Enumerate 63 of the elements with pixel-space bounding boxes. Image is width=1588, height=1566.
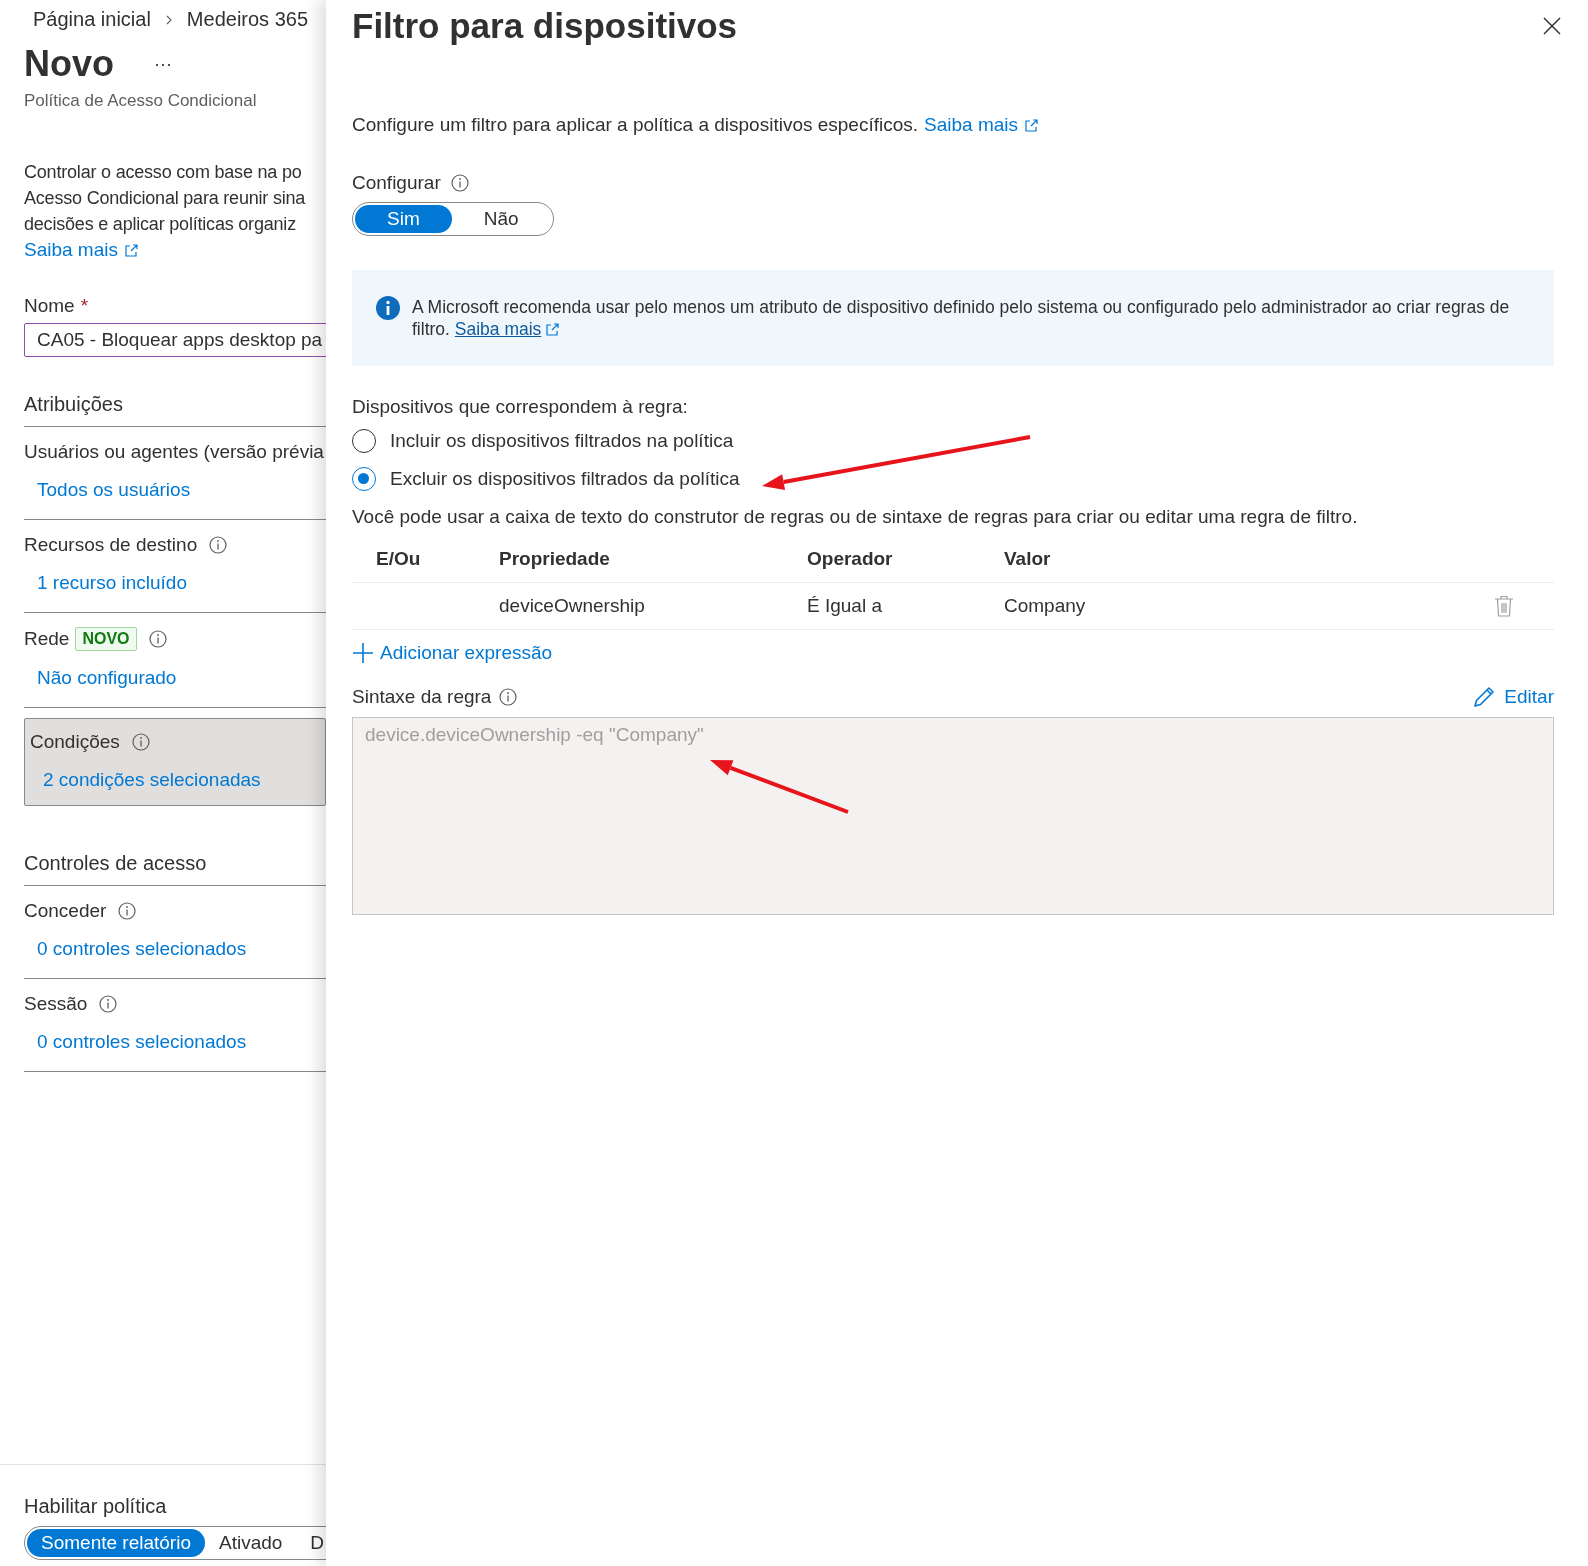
required-mark: * bbox=[80, 295, 89, 317]
radio-label: Incluir os dispositivos filtrados na política bbox=[390, 430, 734, 452]
pencil-icon bbox=[1472, 685, 1497, 709]
trash-icon[interactable] bbox=[1494, 595, 1514, 617]
field-label: Sintaxe da regra bbox=[352, 686, 492, 708]
field-label: Nome bbox=[24, 295, 75, 317]
toggle-option[interactable]: D bbox=[296, 1529, 326, 1557]
item-link[interactable]: 0 controles selecionados bbox=[37, 938, 326, 960]
item-link[interactable]: 0 controles selecionados bbox=[37, 1031, 326, 1053]
description-text: Controlar o acesso com base na po Acesso Condicional para reunir sina decisões e aplicar políticas organiz bbox=[24, 161, 307, 236]
new-badge: NOVO bbox=[75, 627, 137, 651]
plus-icon bbox=[352, 642, 374, 664]
toggle-option[interactable]: Somente relatório bbox=[27, 1529, 205, 1557]
item-label: Recursos de destino bbox=[24, 534, 198, 556]
info-icon[interactable] bbox=[209, 536, 228, 554]
banner-text: A Microsoft recomenda usar pelo menos um atributo de dispositivo definido pelo sistema ou configurado pelo administrador ao criar regras de filtro. Saiba mais bbox=[412, 296, 1511, 340]
item-label: Usuários ou agentes (versão prévia bbox=[24, 441, 324, 463]
field-label: Habilitar política bbox=[24, 1495, 168, 1518]
info-icon bbox=[376, 296, 400, 320]
item-label: Rede bbox=[24, 628, 70, 650]
external-link-icon bbox=[1024, 117, 1040, 133]
hint-text: Você pode usar a caixa de texto do construtor de regras ou de sintaxe de regras para criar ou editar uma regra de filtro. bbox=[352, 506, 1359, 528]
field-label: Dispositivos que correspondem à regra: bbox=[352, 396, 689, 418]
column-header: Valor bbox=[1004, 548, 1052, 570]
radio-label: Excluir os dispositivos filtrados da política bbox=[390, 468, 740, 490]
table-cell-text: Company bbox=[1004, 595, 1087, 617]
table-cell-text: É Igual a bbox=[807, 595, 883, 617]
toggle-option[interactable]: Ativado bbox=[204, 1529, 297, 1557]
info-icon[interactable] bbox=[131, 733, 150, 751]
more-button[interactable]: ··· bbox=[154, 53, 172, 75]
item-link[interactable]: 2 condições selecionadas bbox=[43, 769, 320, 791]
field-label: Configurar bbox=[352, 172, 441, 194]
learn-more-link[interactable]: Saiba mais bbox=[924, 114, 1040, 136]
close-icon[interactable] bbox=[1542, 16, 1562, 36]
panel-title: Filtro para dispositivos bbox=[352, 6, 738, 46]
info-icon[interactable] bbox=[118, 902, 137, 920]
add-expression-link[interactable]: Adicionar expressão bbox=[352, 642, 553, 664]
info-icon[interactable] bbox=[99, 995, 118, 1013]
page-title: Novo bbox=[24, 43, 114, 85]
item-label: Sessão bbox=[24, 993, 88, 1015]
table-cell-text: deviceOwnership bbox=[499, 595, 646, 617]
item-label: Conceder bbox=[24, 900, 107, 922]
external-link-icon bbox=[124, 242, 139, 258]
item-link[interactable]: 1 recurso incluído bbox=[37, 572, 326, 594]
chevron-right-icon bbox=[164, 13, 173, 26]
page-subtitle: Política de Acesso Condicional bbox=[24, 91, 258, 111]
external-link-icon bbox=[545, 321, 561, 337]
name-input-field[interactable]: CA05 - Bloquear apps desktop pa bbox=[24, 323, 326, 357]
breadcrumb-link[interactable]: Página inicial bbox=[33, 8, 151, 31]
item-label: Condições bbox=[30, 731, 120, 753]
description-text: Configure um filtro para aplicar a política a dispositivos específicos. bbox=[352, 114, 919, 136]
item-link[interactable]: Não configurado bbox=[37, 667, 326, 689]
toggle-option[interactable]: Sim bbox=[355, 205, 452, 233]
info-icon[interactable] bbox=[450, 174, 469, 192]
learn-more-link[interactable]: Saiba mais bbox=[24, 237, 139, 263]
learn-more-link[interactable]: Saiba mais bbox=[454, 318, 561, 340]
item-link[interactable]: Todos os usuários bbox=[37, 479, 326, 501]
breadcrumb-link[interactable]: Medeiros 365 bbox=[186, 8, 309, 31]
info-icon[interactable] bbox=[148, 630, 167, 648]
column-header: Propriedade bbox=[499, 548, 611, 570]
column-header: Operador bbox=[807, 548, 894, 570]
toggle-option[interactable]: Não bbox=[451, 205, 551, 233]
column-header: E/Ou bbox=[375, 548, 422, 570]
